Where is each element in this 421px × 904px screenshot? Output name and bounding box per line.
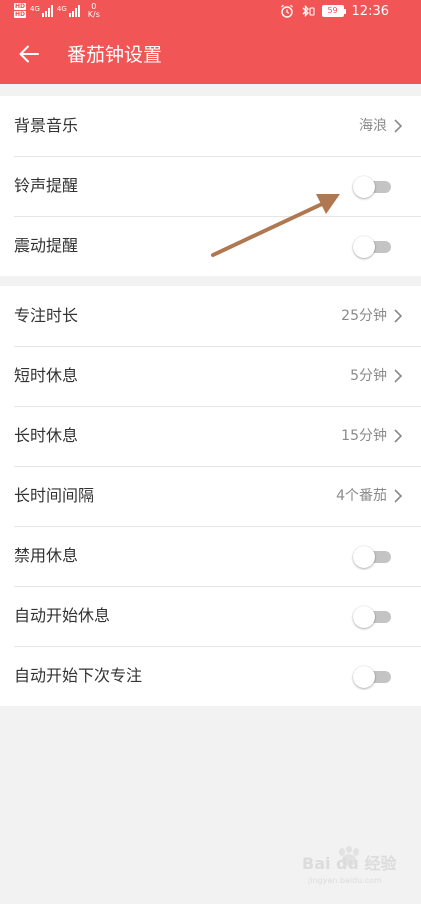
setting-label: 铃声提醒 [14, 176, 79, 195]
chevron-right-icon [394, 309, 403, 323]
setting-row-disable-break: 禁用休息 [0, 526, 421, 586]
status-bar-right: 59 12:36 [280, 0, 389, 22]
setting-row-ringtone-reminder: 铃声提醒 [0, 156, 421, 216]
vibration-reminder-toggle[interactable] [353, 236, 391, 258]
chevron-right-icon [394, 429, 403, 443]
setting-label: 自动开始休息 [14, 606, 111, 625]
setting-label: 长时间间隔 [14, 486, 95, 505]
page-title: 番茄钟设置 [67, 44, 163, 66]
auto-start-next-focus-toggle[interactable] [353, 666, 391, 688]
setting-label: 自动开始下次专注 [14, 666, 143, 685]
setting-row-short-break[interactable]: 短时休息 5分钟 [0, 346, 421, 406]
setting-row-long-break-interval[interactable]: 长时间间隔 4个番茄 [0, 466, 421, 526]
nav-bar: 番茄钟设置 [0, 27, 421, 83]
hd-badge-top: HD [14, 3, 27, 10]
back-button[interactable] [14, 39, 44, 69]
app-header: HD HD 4G 4G 0 K/s 59 12:36 番茄钟设置 [0, 0, 421, 84]
chevron-right-icon [394, 489, 403, 503]
arrow-left-icon [19, 45, 39, 63]
watermark-brand: Bai du 经验 [302, 854, 397, 873]
status-bar-left: HD HD 4G 4G 0 K/s [14, 0, 100, 22]
setting-row-focus-duration[interactable]: 专注时长 25分钟 [0, 286, 421, 346]
setting-label: 背景音乐 [14, 116, 79, 135]
status-time: 12:36 [351, 3, 389, 19]
battery-icon: 59 [321, 5, 346, 17]
signal-icon: 4G [57, 5, 80, 17]
settings-group-sound: 背景音乐 海浪 铃声提醒 震动提醒 [0, 96, 421, 276]
ringtone-reminder-toggle[interactable] [353, 176, 391, 198]
setting-value: 25分钟 [341, 308, 387, 324]
battery-level: 59 [321, 5, 344, 17]
hd-badge: HD HD [14, 3, 27, 19]
setting-row-long-break[interactable]: 长时休息 15分钟 [0, 406, 421, 466]
net-speed-unit: K/s [87, 10, 100, 19]
setting-value: 5分钟 [350, 368, 387, 384]
setting-row-vibration-reminder: 震动提醒 [0, 216, 421, 276]
setting-value: 15分钟 [341, 428, 387, 444]
chevron-right-icon [394, 369, 403, 383]
setting-label: 短时休息 [14, 366, 79, 385]
setting-row-background-music[interactable]: 背景音乐 海浪 [0, 96, 421, 156]
setting-label: 震动提醒 [14, 236, 79, 255]
setting-label: 禁用休息 [14, 546, 79, 565]
auto-start-break-toggle[interactable] [353, 606, 391, 628]
sim1-network-label: 4G [30, 5, 40, 13]
watermark-domain: jingyan.baidu.com [308, 876, 382, 885]
settings-group-timer: 专注时长 25分钟 短时休息 5分钟 长时休息 15分钟 长时间间隔 4个番茄 … [0, 286, 421, 706]
setting-row-auto-start-break: 自动开始休息 [0, 586, 421, 646]
setting-label: 长时休息 [14, 426, 79, 445]
watermark: Bai du 经验 jingyan.baidu.com [302, 846, 398, 888]
net-speed: 0 K/s [88, 3, 100, 19]
alarm-icon [280, 4, 293, 18]
chevron-right-icon [394, 119, 403, 133]
setting-label: 专注时长 [14, 306, 79, 325]
status-bar: HD HD 4G 4G 0 K/s 59 12:36 [0, 0, 421, 22]
setting-value: 海浪 [359, 118, 387, 134]
bluetooth-vibrate-icon [302, 4, 315, 18]
setting-value: 4个番茄 [336, 488, 387, 504]
setting-row-auto-start-next-focus: 自动开始下次专注 [0, 646, 421, 706]
signal-icon: 4G [30, 5, 53, 17]
disable-break-toggle[interactable] [353, 546, 391, 568]
sim2-network-label: 4G [56, 5, 67, 13]
hd-badge-bottom: HD [14, 11, 27, 18]
